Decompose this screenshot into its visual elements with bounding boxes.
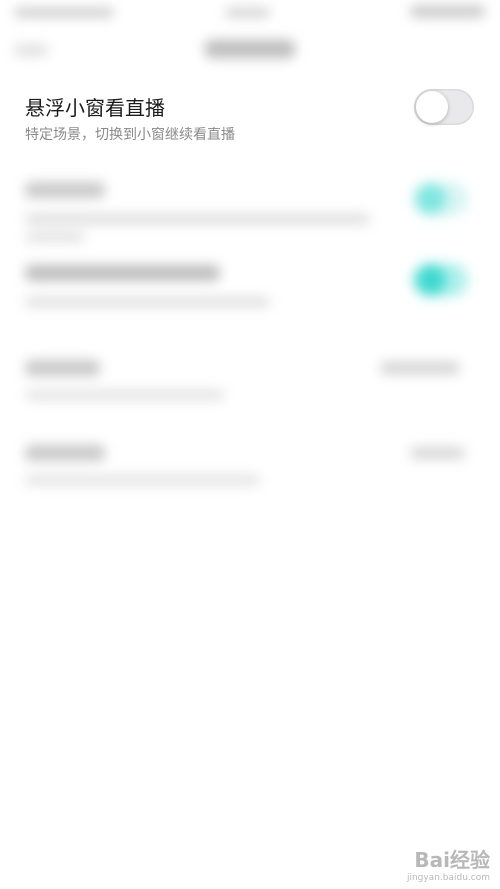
setting-value-placeholder bbox=[410, 447, 465, 459]
watermark-url: jingyan.baidu.com bbox=[406, 873, 490, 883]
toggle-knob bbox=[416, 184, 446, 214]
setting-description-placeholder bbox=[25, 475, 260, 485]
setting-title-placeholder bbox=[25, 182, 105, 198]
page-title bbox=[205, 40, 295, 58]
setting-row-pip[interactable]: 悬浮小窗看直播 特定场景，切换到小窗继续看直播 bbox=[0, 80, 500, 150]
watermark-brand: Bai经验 bbox=[414, 848, 490, 872]
setting-value-placeholder bbox=[380, 362, 460, 374]
blurred-toggle[interactable] bbox=[412, 182, 468, 216]
setting-description-placeholder bbox=[25, 232, 85, 242]
setting-title-placeholder bbox=[25, 265, 220, 281]
setting-title-placeholder bbox=[25, 360, 100, 376]
nav-bar bbox=[0, 28, 500, 76]
status-bar-carrier bbox=[14, 8, 114, 17]
setting-description-placeholder bbox=[25, 214, 370, 224]
setting-description-placeholder bbox=[25, 390, 225, 400]
toggle-knob bbox=[416, 265, 446, 295]
setting-row-blurred-1[interactable] bbox=[0, 170, 500, 250]
status-bar-battery-icon bbox=[410, 6, 485, 17]
toggle-knob bbox=[416, 91, 448, 123]
setting-title-placeholder bbox=[25, 445, 105, 461]
status-bar bbox=[0, 0, 500, 28]
setting-description-placeholder bbox=[25, 297, 270, 307]
setting-row-blurred-3[interactable] bbox=[0, 350, 500, 410]
setting-row-blurred-2[interactable] bbox=[0, 255, 500, 325]
watermark: Bai经验 jingyan.baidu.com bbox=[407, 844, 490, 883]
setting-description: 特定场景，切换到小窗继续看直播 bbox=[25, 127, 235, 143]
setting-row-blurred-4[interactable] bbox=[0, 435, 500, 495]
back-button[interactable] bbox=[14, 44, 48, 56]
pip-toggle[interactable] bbox=[414, 89, 474, 125]
blurred-toggle[interactable] bbox=[412, 263, 468, 297]
status-bar-time bbox=[225, 8, 270, 17]
setting-title: 悬浮小窗看直播 bbox=[25, 96, 165, 120]
